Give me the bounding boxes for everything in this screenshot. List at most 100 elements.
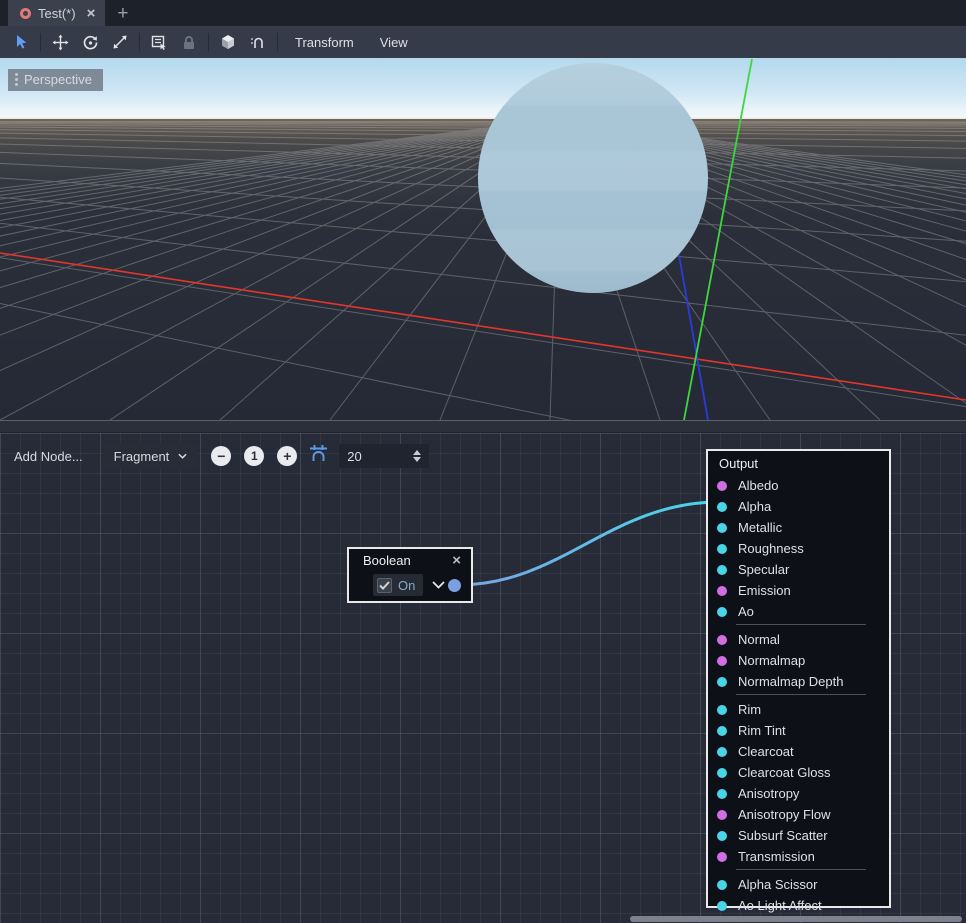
rotate-tool-button[interactable]	[75, 29, 105, 55]
transform-menu[interactable]: Transform	[282, 35, 367, 50]
horizon-line	[0, 118, 966, 120]
viewport-render	[0, 58, 966, 420]
new-tab-button[interactable]: +	[105, 2, 140, 26]
output-node[interactable]: Output AlbedoAlphaMetallicRoughness Specu…	[706, 449, 891, 908]
port-label: Emission	[738, 583, 791, 598]
horizontal-scrollbar-thumb[interactable]	[630, 916, 962, 922]
scale-tool-button[interactable]	[105, 29, 135, 55]
port-dot-icon[interactable]	[717, 635, 727, 645]
snap-distance-spinbox[interactable]: 20	[339, 444, 429, 468]
output-port-row[interactable]: Alpha Scissor	[708, 874, 889, 895]
port-label: Subsurf Scatter	[738, 828, 828, 843]
output-port-row[interactable]: Subsurf Scatter	[708, 825, 889, 846]
port-dot-icon[interactable]	[717, 523, 727, 533]
chevron-down-icon	[178, 453, 187, 459]
port-dot-icon[interactable]	[717, 852, 727, 862]
port-dot-icon[interactable]	[717, 901, 727, 911]
port-label: Specular	[738, 562, 789, 577]
port-label: Normalmap Depth	[738, 674, 844, 689]
output-port-row[interactable]: Emission	[708, 580, 889, 601]
list-select-tool-button[interactable]	[144, 29, 174, 55]
port-dot-icon[interactable]	[717, 747, 727, 757]
port-dot-icon[interactable]	[717, 544, 727, 554]
port-label: Rim Tint	[738, 723, 786, 738]
output-port-row[interactable]: Anisotropy Flow	[708, 804, 889, 825]
tab-close-icon[interactable]: ×	[87, 5, 96, 22]
toolbar-separator	[277, 33, 278, 51]
perspective-menu[interactable]: Perspective	[8, 69, 103, 91]
spinner-arrows-icon[interactable]	[413, 450, 421, 462]
move-tool-button[interactable]	[45, 29, 75, 55]
output-port-row[interactable]: Normal	[708, 629, 889, 650]
output-port-row[interactable]: Clearcoat Gloss	[708, 762, 889, 783]
sphere-mesh[interactable]	[478, 63, 708, 293]
select-tool-button[interactable]	[6, 29, 36, 55]
port-dot-icon[interactable]	[717, 656, 727, 666]
port-dot-icon[interactable]	[717, 565, 727, 575]
boolean-node[interactable]: Boolean × On	[347, 547, 473, 603]
add-node-button[interactable]: Add Node...	[0, 449, 97, 464]
output-port-list: AlbedoAlphaMetallicRoughness Specular Emis…	[708, 475, 889, 916]
grid-snap-icon	[309, 444, 328, 463]
viewport-3d[interactable]: Perspective	[0, 58, 966, 420]
output-port-row[interactable]: Alpha	[708, 496, 889, 517]
local-space-button[interactable]	[213, 29, 243, 55]
boolean-output-port[interactable]	[448, 579, 461, 592]
output-port-row[interactable]: Roughness	[708, 538, 889, 559]
port-dot-icon[interactable]	[717, 726, 727, 736]
output-port-row[interactable]: Metallic	[708, 517, 889, 538]
shader-graph-editor[interactable]: Add Node... Fragment − 1 + 20	[0, 433, 966, 923]
output-port-row[interactable]: Rim	[708, 699, 889, 720]
port-dot-icon[interactable]	[717, 768, 727, 778]
port-dot-icon[interactable]	[717, 586, 727, 596]
output-port-row[interactable]: Normalmap	[708, 650, 889, 671]
perspective-label: Perspective	[24, 72, 92, 87]
close-node-icon[interactable]: ×	[452, 554, 461, 568]
panel-divider[interactable]	[0, 420, 966, 433]
scene-tab-test[interactable]: Test(*) ×	[8, 0, 105, 26]
view-menu[interactable]: View	[367, 35, 421, 50]
output-port-row[interactable]: Specular	[708, 559, 889, 580]
output-port-row[interactable]: Rim Tint	[708, 720, 889, 741]
port-group-separator	[736, 869, 866, 872]
port-label: Alpha Scissor	[738, 877, 817, 892]
wire-boolean-to-alpha[interactable]	[459, 502, 719, 585]
output-port-row[interactable]: Transmission	[708, 846, 889, 867]
zoom-in-button[interactable]: +	[277, 446, 297, 466]
output-port-row[interactable]: Ao	[708, 601, 889, 622]
sky	[0, 58, 966, 119]
output-port-row[interactable]: Normalmap Depth	[708, 671, 889, 692]
snap-magnet-icon	[250, 34, 266, 50]
snap-toggle-button[interactable]	[243, 29, 273, 55]
checkbox-checked-icon[interactable]	[377, 578, 392, 593]
port-dot-icon[interactable]	[717, 880, 727, 890]
toolbar-separator	[208, 33, 209, 51]
grid-snap-toggle[interactable]	[309, 444, 328, 468]
boolean-value-label: On	[398, 578, 415, 593]
port-dot-icon[interactable]	[717, 481, 727, 491]
output-port-row[interactable]: Clearcoat	[708, 741, 889, 762]
boolean-value-toggle[interactable]: On	[373, 574, 423, 596]
port-dot-icon[interactable]	[717, 677, 727, 687]
port-dot-icon[interactable]	[717, 705, 727, 715]
shader-toolbar: Add Node... Fragment − 1 + 20	[0, 441, 429, 471]
output-node-title: Output	[708, 451, 889, 475]
toolbar-separator	[139, 33, 140, 51]
output-port-row[interactable]: Albedo	[708, 475, 889, 496]
port-label: Ao	[738, 604, 754, 619]
port-dot-icon[interactable]	[717, 810, 727, 820]
port-dot-icon[interactable]	[717, 789, 727, 799]
list-select-icon	[151, 34, 167, 50]
output-port-row[interactable]: Ao Light Affect	[708, 895, 889, 916]
zoom-out-button[interactable]: −	[211, 446, 231, 466]
output-port-row[interactable]: Anisotropy	[708, 783, 889, 804]
shader-mode-dropdown[interactable]: Fragment	[103, 443, 199, 469]
port-dot-icon[interactable]	[717, 607, 727, 617]
port-dot-icon[interactable]	[717, 831, 727, 841]
zoom-reset-button[interactable]: 1	[244, 446, 264, 466]
collapse-chevron-icon[interactable]	[432, 581, 445, 589]
scene-icon	[20, 8, 31, 19]
port-label: Clearcoat Gloss	[738, 765, 830, 780]
lock-tool-button[interactable]	[174, 29, 204, 55]
port-dot-icon[interactable]	[717, 502, 727, 512]
